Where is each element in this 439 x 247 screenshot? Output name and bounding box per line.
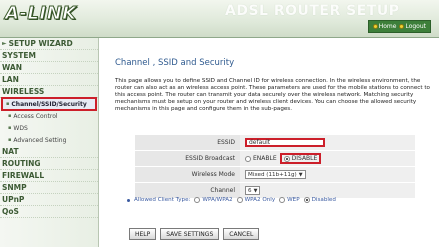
help-button[interactable]: HELP xyxy=(129,228,157,240)
logout-icon xyxy=(399,24,405,29)
broadcast-enable-radio[interactable] xyxy=(245,155,251,162)
sidebar-item-label: WDS xyxy=(13,124,28,132)
logout-link[interactable]: Logout xyxy=(399,23,426,30)
router-admin-page: A-LINK ADSL ROUTER SETUP Home Logout ► SE… xyxy=(0,0,439,247)
header-links: Home Logout xyxy=(367,20,431,33)
sidebar-item-wds[interactable]: ▪ WDS xyxy=(0,122,98,134)
client-wep-option[interactable]: WEP xyxy=(279,197,300,203)
chevron-down-icon: ▼ xyxy=(253,187,258,194)
client-wpa-wpa2-label: WPA/WPA2 xyxy=(202,197,233,203)
broadcast-enable-option[interactable]: ENABLE xyxy=(245,155,277,162)
client-wep-radio[interactable] xyxy=(279,197,286,203)
chevron-down-icon: ▼ xyxy=(298,171,303,178)
broadcast-disable-label: DISABLE xyxy=(291,155,318,162)
broadcast-disable-radio[interactable] xyxy=(283,155,290,162)
ssid-input[interactable]: default xyxy=(245,138,325,147)
bullet-icon: ▪ xyxy=(8,125,12,131)
page-description: This page allows you to define SSID and … xyxy=(115,78,430,112)
sidebar-item-label: FIREWALL xyxy=(2,171,45,180)
client-disabled-radio[interactable] xyxy=(303,197,310,203)
allowed-client-type: Allowed Client Type: WPA/WPA2 WPA2 Only … xyxy=(127,197,336,203)
mode-label: Wireless Mode xyxy=(135,167,240,182)
wireless-mode-select[interactable]: Mixed (11b+11g) ▼ xyxy=(245,170,306,179)
sidebar-item-label: WAN xyxy=(2,63,23,72)
sidebar-item-channel-ssid-security[interactable]: ▪ Channel/SSID/Security xyxy=(1,97,97,111)
sidebar-item-wan[interactable]: WAN xyxy=(0,62,98,74)
save-settings-button[interactable]: SAVE SETTINGS xyxy=(160,228,220,240)
home-label: Home xyxy=(378,23,397,30)
ssid-label: ESSID xyxy=(135,135,240,150)
client-wpa2-only-label: WPA2 Only xyxy=(244,197,276,203)
sidebar-item-label: SETUP WIZARD xyxy=(8,39,73,48)
allowed-client-label: Allowed Client Type: xyxy=(134,197,191,203)
brand-logo: A-LINK xyxy=(5,3,77,25)
sidebar-item-label: Access Control xyxy=(13,112,58,120)
broadcast-disable-option[interactable]: DISABLE xyxy=(279,153,322,164)
sidebar-item-label: UPnP xyxy=(2,195,25,204)
sidebar-item-snmp[interactable]: SNMP xyxy=(0,182,98,194)
bullet-icon xyxy=(127,198,130,202)
main-content: Channel , SSID and Security This page al… xyxy=(109,38,435,247)
sidebar-item-setup-wizard[interactable]: ► SETUP WIZARD xyxy=(0,38,98,50)
sidebar-item-qos[interactable]: QoS xyxy=(0,206,98,218)
sidebar-item-wireless[interactable]: WIRELESS xyxy=(0,86,98,98)
cancel-button[interactable]: CANCEL xyxy=(223,228,260,240)
sidebar-item-label: WIRELESS xyxy=(2,87,45,96)
bullet-icon: ▪ xyxy=(8,137,12,143)
sidebar-item-system[interactable]: SYSTEM xyxy=(0,50,98,62)
sidebar-item-label: SYSTEM xyxy=(2,51,36,60)
sidebar-item-label: Channel/SSID/Security xyxy=(11,100,87,108)
page-title: Channel , SSID and Security xyxy=(115,58,235,68)
bullet-icon: ▪ xyxy=(8,113,12,119)
client-wpa2-only-option[interactable]: WPA2 Only xyxy=(236,197,276,203)
client-wep-label: WEP xyxy=(287,197,300,203)
sidebar-item-label: ROUTING xyxy=(2,159,41,168)
sidebar-item-access-control[interactable]: ▪ Access Control xyxy=(0,110,98,122)
logout-label: Logout xyxy=(405,23,426,30)
sidebar-item-upnp[interactable]: UPnP xyxy=(0,194,98,206)
form-buttons: HELP SAVE SETTINGS CANCEL xyxy=(129,228,260,240)
broadcast-enable-label: ENABLE xyxy=(253,155,277,162)
arrow-right-icon: ► xyxy=(2,40,7,47)
sidebar-item-firewall[interactable]: FIREWALL xyxy=(0,170,98,182)
wireless-settings-form: ESSID default ESSID Broadcast ENABLE DIS… xyxy=(135,135,415,199)
sidebar-item-label: LAN xyxy=(2,75,19,84)
channel-select[interactable]: 6 ▼ xyxy=(245,186,261,195)
sidebar-nav: ► SETUP WIZARD SYSTEM WAN LAN WIRELESS ▪ C… xyxy=(0,38,99,247)
header-banner: A-LINK ADSL ROUTER SETUP Home Logout xyxy=(0,0,439,38)
sidebar-item-nat[interactable]: NAT xyxy=(0,146,98,158)
wireless-mode-value: Mixed (11b+11g) xyxy=(248,171,297,178)
home-link[interactable]: Home xyxy=(372,23,397,30)
client-wpa-wpa2-option[interactable]: WPA/WPA2 xyxy=(194,197,233,203)
sidebar-item-advanced-setting[interactable]: ▪ Advanced Setting xyxy=(0,134,98,146)
broadcast-label: ESSID Broadcast xyxy=(135,151,240,166)
mode-row: Wireless Mode Mixed (11b+11g) ▼ xyxy=(135,167,415,183)
sidebar-item-label: NAT xyxy=(2,147,19,156)
sidebar-item-label: SNMP xyxy=(2,183,27,192)
home-icon xyxy=(372,24,378,29)
channel-label: Channel xyxy=(135,183,240,198)
banner-watermark: ADSL ROUTER SETUP xyxy=(225,3,400,19)
client-wpa2-only-radio[interactable] xyxy=(236,197,243,203)
sidebar-item-lan[interactable]: LAN xyxy=(0,74,98,86)
bullet-icon: ▪ xyxy=(6,101,10,107)
ssid-row: ESSID default xyxy=(135,135,415,151)
client-wpa-wpa2-radio[interactable] xyxy=(194,197,201,203)
broadcast-row: ESSID Broadcast ENABLE DISABLE xyxy=(135,151,415,167)
sidebar-item-label: Advanced Setting xyxy=(13,136,67,144)
channel-value: 6 xyxy=(248,187,252,194)
sidebar-item-label: QoS xyxy=(2,207,19,216)
sidebar-item-routing[interactable]: ROUTING xyxy=(0,158,98,170)
client-disabled-label: Disabled xyxy=(311,197,336,203)
client-disabled-option[interactable]: Disabled xyxy=(303,197,336,203)
